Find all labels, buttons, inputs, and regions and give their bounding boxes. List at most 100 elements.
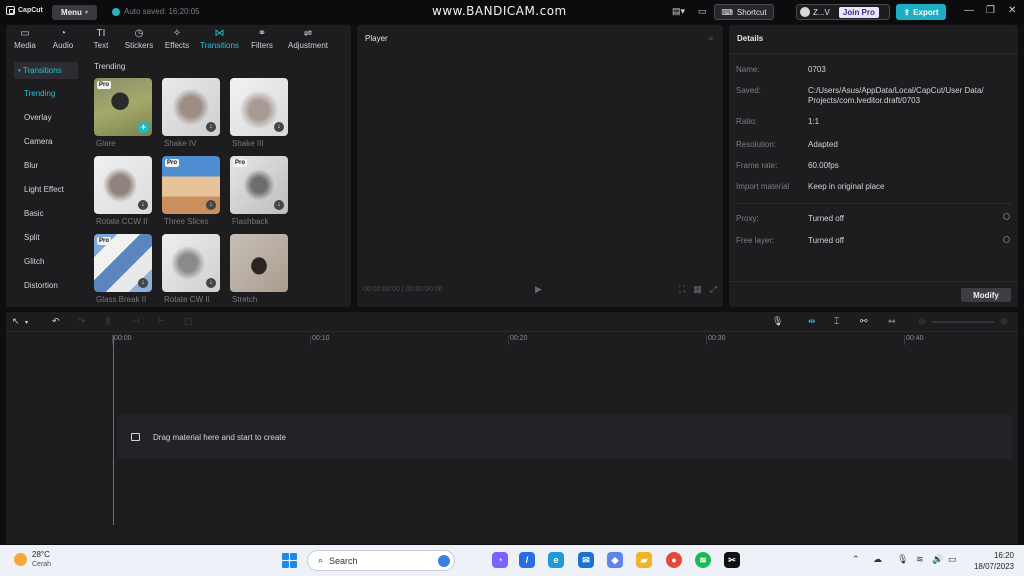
transition-tile[interactable]: Pro ↓ <box>94 234 152 292</box>
maximize-icon[interactable]: ❐ <box>986 5 995 16</box>
redo-icon[interactable]: ↷ <box>78 316 86 327</box>
audio-icon: ◔ <box>59 28 67 39</box>
capcut-taskbar-icon[interactable]: ✂ <box>724 552 740 568</box>
transition-tile[interactable]: ↓ <box>230 78 288 136</box>
transition-tile[interactable]: ↓ <box>162 78 220 136</box>
tab-audio[interactable]: ◔ Audio <box>44 25 82 53</box>
sidebar-item-camera[interactable]: Camera <box>24 137 52 146</box>
taskbar-clock[interactable]: 16:20 18/07/2023 <box>970 550 1014 572</box>
tab-filters[interactable]: ⚭ Filters <box>243 25 281 53</box>
search-icon: ⌕ <box>318 555 324 565</box>
editor-icon[interactable]: / <box>519 552 535 568</box>
sidebar-item-trending[interactable]: Trending <box>24 89 55 98</box>
sidebar-item-glitch[interactable]: Glitch <box>24 257 44 266</box>
weather-widget[interactable]: 28°C Cerah <box>14 550 51 569</box>
transition-tile-label: Stretch <box>232 295 258 304</box>
zoom-slider[interactable] <box>932 321 994 323</box>
ruler-tick <box>706 335 707 345</box>
add-icon[interactable]: + <box>138 122 149 133</box>
shortcut-button[interactable]: ⌨ Shortcut <box>714 4 774 20</box>
download-icon[interactable]: ↓ <box>138 278 148 288</box>
linkage-icon[interactable]: ⚯ <box>860 316 868 327</box>
tab-stickers[interactable]: ◷ Stickers <box>120 25 158 53</box>
battery-icon[interactable]: ▭ <box>948 554 957 565</box>
free-layer-info-icon[interactable] <box>1003 236 1010 243</box>
export-button[interactable]: ⇪ Export <box>896 4 946 20</box>
tab-media[interactable]: ▭ Media <box>6 25 44 53</box>
split-icon[interactable]: ⫼ <box>106 316 110 327</box>
volume-icon[interactable]: 🔊 <box>932 554 943 565</box>
preview-axis-icon[interactable]: ⇿ <box>888 316 896 327</box>
select-cursor-icon[interactable]: ↖ <box>12 316 20 327</box>
download-icon[interactable]: ↓ <box>274 200 284 210</box>
sidebar-item-distortion[interactable]: Distortion <box>24 281 58 290</box>
taskbar-search[interactable]: ⌕ Search <box>307 550 455 571</box>
zoom-in-icon[interactable]: ⊕ <box>1000 316 1008 327</box>
detail-value: 0703 <box>808 65 826 74</box>
tab-label: Media <box>14 41 36 50</box>
mail-icon[interactable]: ✉ <box>578 552 594 568</box>
menu-icon[interactable]: ≡ <box>708 34 713 43</box>
download-icon[interactable]: ↓ <box>206 122 216 132</box>
transition-tile[interactable]: ↓ <box>162 234 220 292</box>
track-drop-zone[interactable]: Drag material here and start to create <box>117 415 1012 459</box>
download-icon[interactable]: ↓ <box>206 278 216 288</box>
fullscreen-icon[interactable]: ⤢ <box>710 284 717 295</box>
spotify-icon[interactable]: ≋ <box>695 552 711 568</box>
chevron-up-icon[interactable]: ⌃ <box>852 554 860 565</box>
sidebar-item-split[interactable]: Split <box>24 233 40 242</box>
edge-icon[interactable]: e <box>548 552 564 568</box>
monitor-icon[interactable]: ▭ <box>698 6 707 17</box>
download-icon[interactable]: ↓ <box>138 200 148 210</box>
tab-effects[interactable]: ✧ Effects <box>158 25 196 53</box>
crop-icon[interactable]: ▢ <box>184 316 193 327</box>
transition-tile[interactable]: Pro + <box>94 78 152 136</box>
playhead[interactable] <box>113 335 114 525</box>
start-button[interactable] <box>282 553 297 568</box>
join-pro-button[interactable]: Join Pro <box>838 6 879 18</box>
microphone-tray-icon[interactable]: 🎙 <box>897 554 908 565</box>
detail-value: 60.00fps <box>808 161 839 170</box>
fit-screen-icon[interactable]: ⛶ <box>679 284 685 295</box>
layout-icon[interactable]: ▤▾ <box>672 6 685 17</box>
undo-icon[interactable]: ↶ <box>52 316 60 327</box>
sidebar-header-transitions[interactable]: • Transitions <box>14 62 78 79</box>
sidebar-item-blur[interactable]: Blur <box>24 161 38 170</box>
zoom-out-icon[interactable]: ⊖ <box>918 316 926 327</box>
delete-left-icon[interactable]: ⊣ <box>132 316 140 327</box>
microphone-icon[interactable]: 🎙 <box>772 316 783 327</box>
sidebar-item-overlay[interactable]: Overlay <box>24 113 52 122</box>
transition-tile[interactable]: Pro ↓ <box>230 156 288 214</box>
delete-right-icon[interactable]: ⊢ <box>158 316 166 327</box>
chrome-icon[interactable]: ● <box>666 552 682 568</box>
download-icon[interactable]: ↓ <box>274 122 284 132</box>
teams-icon[interactable]: ◔ <box>492 552 508 568</box>
tab-transitions[interactable]: ⋈ Transitions <box>196 25 243 53</box>
transition-tile[interactable]: ↓ <box>94 156 152 214</box>
download-icon[interactable]: ↓ <box>206 200 216 210</box>
wifi-icon[interactable]: ≋ <box>916 554 924 565</box>
timeline-ruler[interactable]: 00:00 00:10 00:20 00:30 00:40 <box>6 333 1018 347</box>
transition-tile[interactable]: Pro ↓ <box>162 156 220 214</box>
details-panel: Details Name: 0703 Saved: C:/Users/Asus/App… <box>729 25 1018 307</box>
main-track-magnet-icon[interactable]: ⇹ <box>808 316 816 327</box>
menu-button[interactable]: Menu ▾ <box>52 5 97 20</box>
chevron-down-icon[interactable]: ▾ <box>25 319 28 326</box>
capcut-logo: CapCut <box>6 6 43 15</box>
proxy-info-icon[interactable] <box>1003 213 1010 220</box>
minimize-icon[interactable]: — <box>964 5 974 16</box>
auto-snap-icon[interactable]: ⌶ <box>834 316 839 327</box>
close-icon[interactable]: ✕ <box>1008 5 1016 16</box>
modify-button[interactable]: Modify <box>961 288 1011 302</box>
copilot-icon[interactable]: ◆ <box>607 552 623 568</box>
transition-tile[interactable] <box>230 234 288 292</box>
sidebar-item-basic[interactable]: Basic <box>24 209 44 218</box>
tab-text[interactable]: TI Text <box>82 25 120 53</box>
network-status-icon[interactable]: ☁ <box>873 554 882 565</box>
play-icon[interactable]: ▶ <box>535 284 542 295</box>
sidebar-item-light-effect[interactable]: Light Effect <box>24 185 64 194</box>
tab-adjustment[interactable]: ⇌ Adjustment <box>281 25 335 53</box>
ratio-icon[interactable]: ▦ <box>693 284 702 295</box>
user-account-button[interactable]: Z...V Join Pro <box>796 4 890 20</box>
file-explorer-icon[interactable]: ▰ <box>636 552 652 568</box>
